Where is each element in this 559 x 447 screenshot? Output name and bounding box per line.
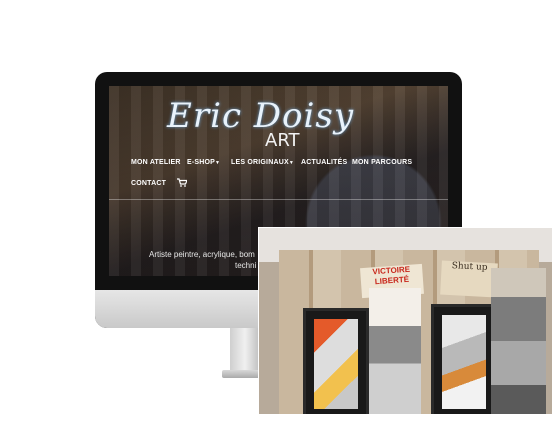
cart-icon[interactable]: [177, 178, 188, 189]
chevron-down-icon: ▼: [215, 160, 221, 166]
chevron-down-icon: ▼: [288, 160, 294, 166]
nav-item-mon-atelier[interactable]: MON ATELIER: [131, 159, 181, 166]
right-artwork: [491, 268, 546, 414]
center-artwork: [369, 288, 421, 414]
framed-artwork-left: [303, 308, 369, 414]
artwork-photo: VICTOIRE LIBERTÉ Shut up: [259, 228, 552, 414]
nav-item-actualites[interactable]: ACTUALITÉS: [301, 159, 347, 166]
imac-stand: [230, 328, 260, 376]
nav-item-e-shop[interactable]: E-SHOP▼: [187, 159, 220, 166]
framed-artwork-right: [431, 304, 497, 414]
portrait-painting: [442, 315, 486, 409]
nav-item-mon-parcours[interactable]: MON PARCOURS: [352, 159, 412, 166]
nav-item-les-originaux-label: LES ORIGINAUX: [231, 159, 289, 166]
header-divider: [109, 199, 448, 200]
portrait-painting: [314, 319, 358, 409]
hero-tagline-line2: techni: [235, 261, 257, 270]
site-logo-subtitle: ART: [265, 130, 300, 151]
shut-up-sign: Shut up: [440, 260, 498, 298]
nav-item-contact[interactable]: CONTACT: [131, 180, 166, 187]
nav-item-les-originaux[interactable]: LES ORIGINAUX▼: [231, 159, 294, 166]
nav-item-e-shop-label: E-SHOP: [187, 159, 216, 166]
